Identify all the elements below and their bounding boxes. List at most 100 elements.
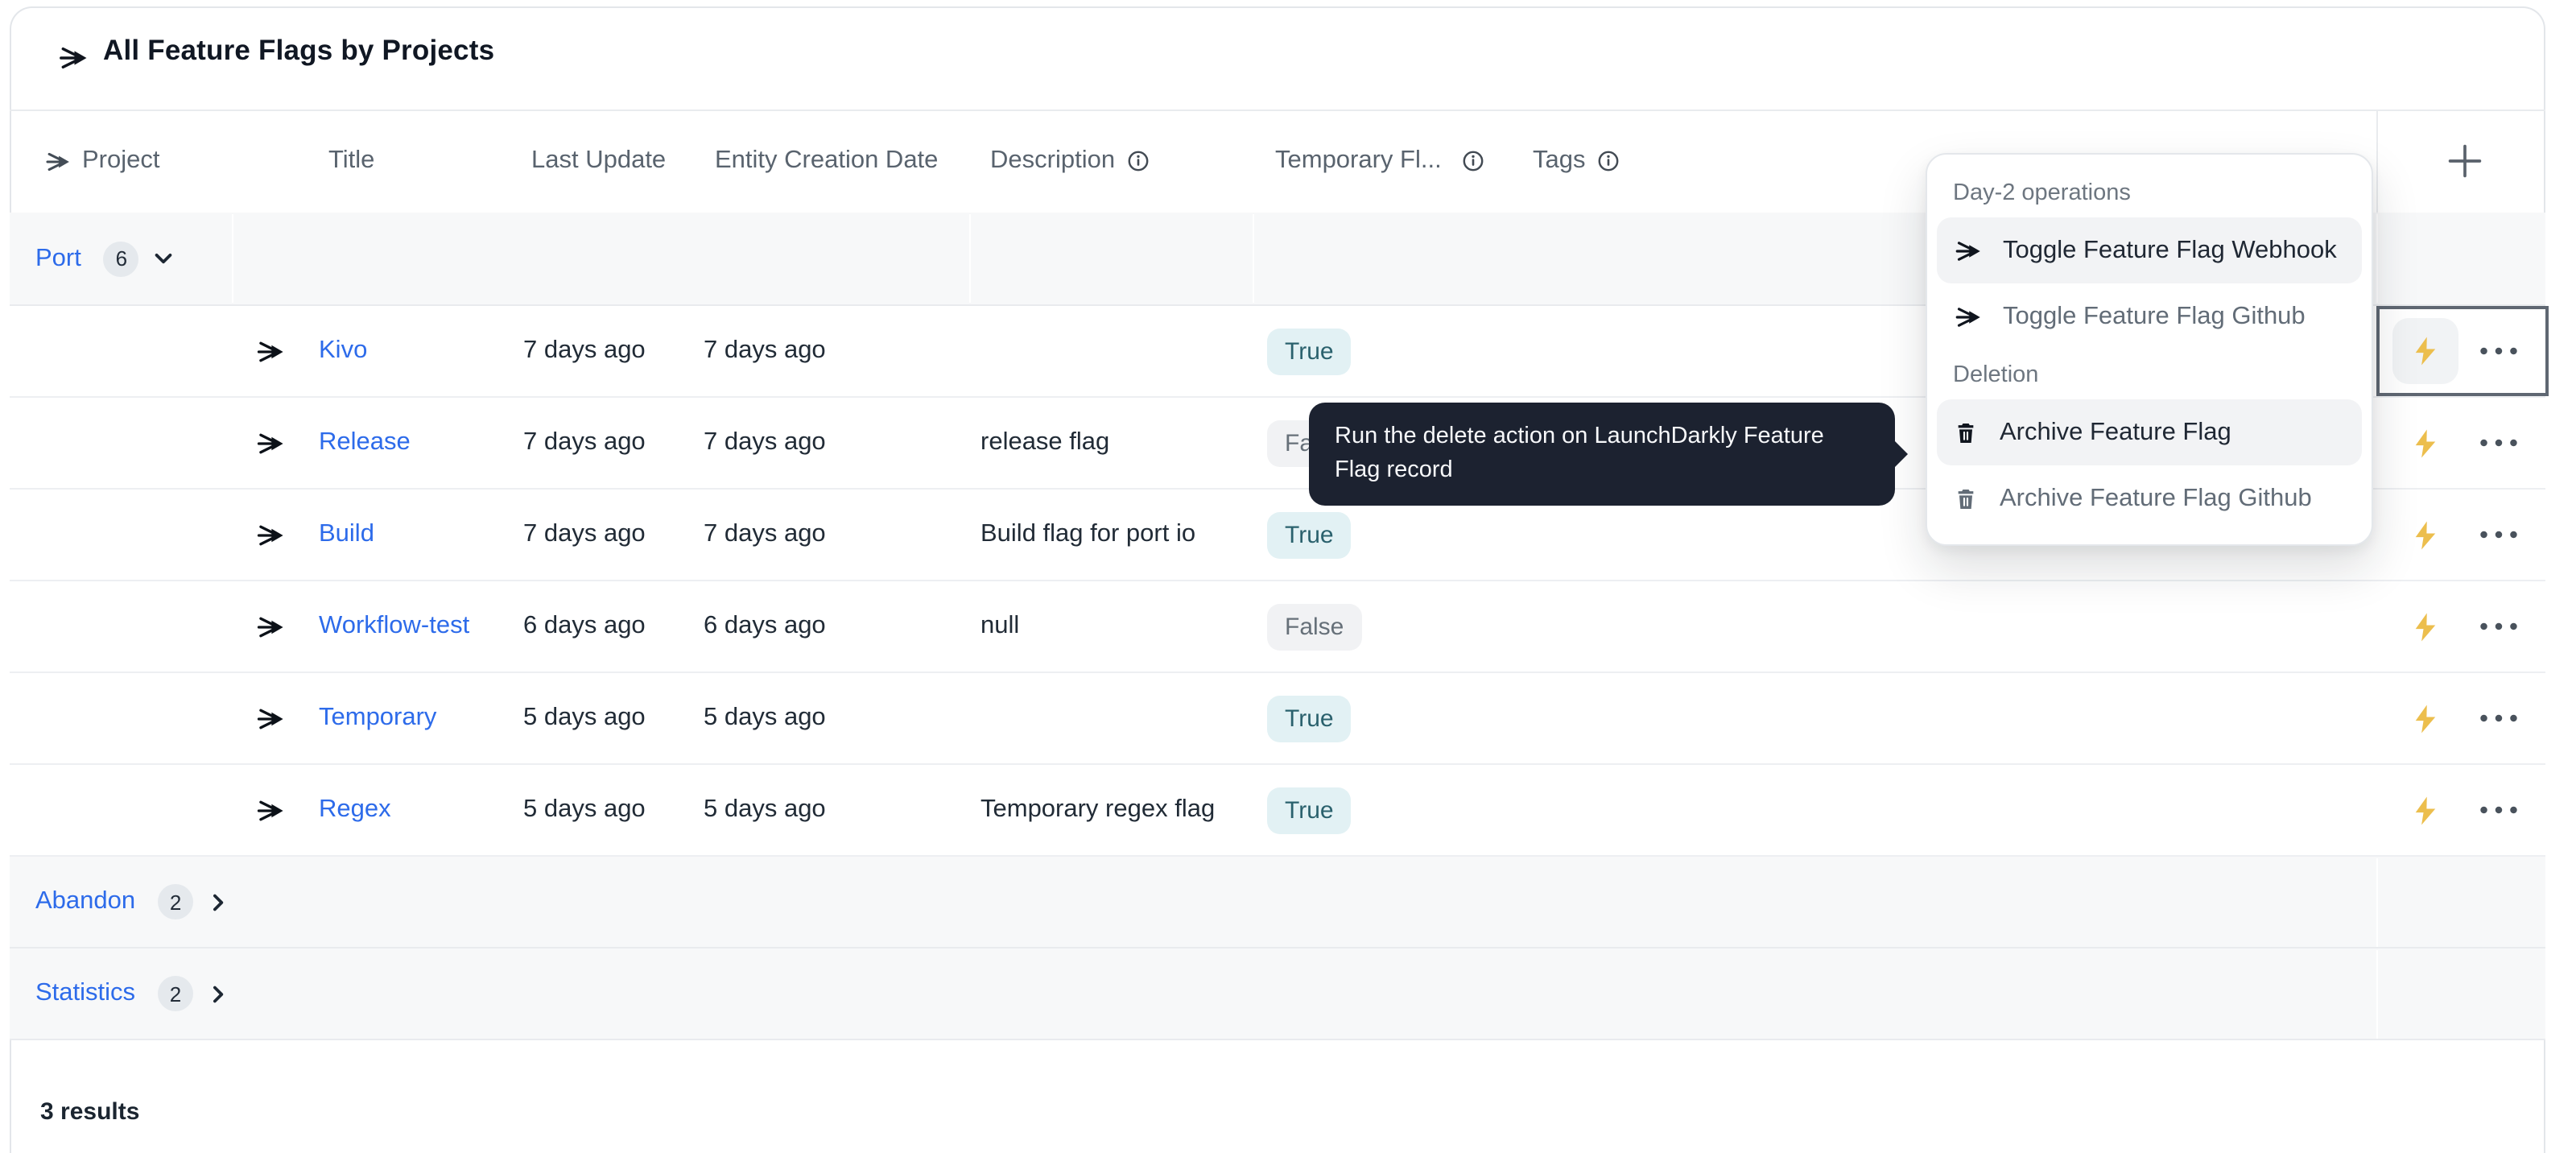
menu-section-label: Day-2 operations <box>1937 167 2362 217</box>
group-row-statistics: Statistics 2 <box>10 948 2545 1040</box>
column-divider <box>232 214 233 303</box>
group-count-badge: 2 <box>158 884 193 920</box>
menu-item-toggle-feature-flag-github[interactable]: Toggle Feature Flag Github <box>1937 283 2362 349</box>
column-tags[interactable]: Tags <box>1533 110 1620 213</box>
run-action-button[interactable] <box>2407 425 2442 461</box>
run-action-button-active[interactable] <box>2392 318 2458 384</box>
column-divider <box>2376 858 2378 947</box>
column-label: Project <box>82 147 160 176</box>
entity-arrow-icon <box>254 306 285 396</box>
cell-last-update: 7 days ago <box>523 490 646 580</box>
cell-created: 6 days ago <box>704 581 826 672</box>
info-icon[interactable] <box>1126 150 1149 172</box>
row-menu-button[interactable] <box>2476 427 2521 459</box>
entity-arrow-icon <box>254 490 285 580</box>
group-row-abandon: Abandon 2 <box>10 857 2545 948</box>
table-row-temporary: Temporary 5 days ago 5 days ago True <box>10 673 2545 765</box>
cell-description: null <box>980 581 1019 672</box>
row-menu-button[interactable] <box>2476 794 2521 826</box>
cell-created: 7 days ago <box>704 398 826 488</box>
row-actions-cell[interactable] <box>2376 673 2549 763</box>
trash-icon <box>1953 419 1979 445</box>
entity-title-link[interactable]: Release <box>319 398 411 488</box>
row-menu-button[interactable] <box>2476 519 2521 551</box>
temporary-flag-badge: False <box>1267 603 1361 650</box>
menu-item-archive-feature-flag[interactable]: Archive Feature Flag <box>1937 399 2362 465</box>
entity-title-link[interactable]: Kivo <box>319 306 367 396</box>
chevron-right-icon[interactable] <box>206 981 230 1006</box>
cell-last-update: 7 days ago <box>523 398 646 488</box>
menu-item-label: Archive Feature Flag <box>2000 418 2231 447</box>
group-count-badge: 2 <box>158 976 193 1011</box>
column-label: Title <box>328 147 374 176</box>
cell-description: Build flag for port io <box>980 490 1195 580</box>
cell-last-update: 7 days ago <box>523 306 646 396</box>
temporary-flag-badge: True <box>1267 787 1352 833</box>
group-link-port[interactable]: Port <box>35 244 81 273</box>
row-actions-cell[interactable] <box>2376 581 2549 672</box>
entity-arrow-icon <box>254 765 285 855</box>
cell-created: 5 days ago <box>704 765 826 855</box>
column-entity-creation-date[interactable]: Entity Creation Date <box>715 110 938 213</box>
entity-title-link[interactable]: Build <box>319 490 374 580</box>
row-actions-cell[interactable] <box>2376 490 2549 580</box>
entity-arrow-icon <box>254 673 285 763</box>
feature-flag-icon <box>56 42 89 82</box>
run-action-button[interactable] <box>2407 700 2442 736</box>
menu-item-archive-feature-flag-github[interactable]: Archive Feature Flag Github <box>1937 465 2362 531</box>
menu-section-label: Deletion <box>1937 349 2362 399</box>
entity-arrow-icon <box>254 581 285 672</box>
group-link-abandon[interactable]: Abandon <box>35 887 135 916</box>
column-temporary-flag[interactable]: Temporary Fl... <box>1275 110 1485 213</box>
column-last-update[interactable]: Last Update <box>531 110 666 213</box>
menu-item-label: Toggle Feature Flag Github <box>2003 302 2306 331</box>
add-column-button[interactable] <box>2442 138 2487 184</box>
table-row-regex: Regex 5 days ago 5 days ago Temporary re… <box>10 765 2545 857</box>
chevron-right-icon[interactable] <box>206 890 230 914</box>
entity-title-link[interactable]: Regex <box>319 765 391 855</box>
column-label: Entity Creation Date <box>715 147 938 176</box>
row-menu-button[interactable] <box>2476 702 2521 734</box>
cell-last-update: 5 days ago <box>523 765 646 855</box>
column-title[interactable]: Title <box>328 110 374 213</box>
column-project[interactable]: Project <box>43 110 160 213</box>
menu-item-label: Archive Feature Flag Github <box>2000 484 2312 513</box>
entity-title-link[interactable]: Workflow-test <box>319 581 469 672</box>
column-label: Description <box>990 147 1115 176</box>
action-arrow-icon <box>1953 302 1982 331</box>
menu-item-toggle-feature-flag-webhook[interactable]: Toggle Feature Flag Webhook <box>1937 217 2362 283</box>
column-divider <box>2376 214 2378 303</box>
column-label: Tags <box>1533 147 1586 176</box>
cell-description: Temporary regex flag <box>980 765 1215 855</box>
cell-created: 7 days ago <box>704 490 826 580</box>
info-icon[interactable] <box>1597 150 1620 172</box>
chevron-down-icon[interactable] <box>152 246 176 271</box>
menu-item-label: Toggle Feature Flag Webhook <box>2003 236 2337 265</box>
column-description[interactable]: Description <box>990 110 1149 213</box>
row-actions-cell-selected[interactable] <box>2376 306 2549 396</box>
actions-dropdown-menu: Day-2 operations Toggle Feature Flag Web… <box>1926 153 2373 546</box>
run-action-button[interactable] <box>2407 609 2442 644</box>
info-icon[interactable] <box>1463 150 1485 172</box>
temporary-flag-badge: True <box>1267 328 1352 374</box>
run-action-button[interactable] <box>2407 517 2442 552</box>
blueprint-arrow-icon <box>43 147 71 175</box>
row-menu-button[interactable] <box>2476 335 2521 367</box>
table-row-workflow-test: Workflow-test 6 days ago 6 days ago null… <box>10 581 2545 673</box>
column-divider <box>969 214 971 303</box>
group-count-badge: 6 <box>104 241 139 276</box>
entity-title-link[interactable]: Temporary <box>319 673 436 763</box>
row-menu-button[interactable] <box>2476 610 2521 643</box>
run-action-button[interactable] <box>2407 792 2442 828</box>
title-bar: All Feature Flags by Projects <box>10 6 2545 111</box>
group-link-statistics[interactable]: Statistics <box>35 979 135 1008</box>
cell-last-update: 6 days ago <box>523 581 646 672</box>
cell-created: 5 days ago <box>704 673 826 763</box>
row-actions-cell[interactable] <box>2376 765 2549 855</box>
page-title: All Feature Flags by Projects <box>103 34 494 68</box>
tooltip-text: Run the delete action on LaunchDarkly Fe… <box>1335 424 1824 483</box>
cell-created: 7 days ago <box>704 306 826 396</box>
row-actions-cell[interactable] <box>2376 398 2549 488</box>
trash-icon <box>1953 486 1979 511</box>
tooltip: Run the delete action on LaunchDarkly Fe… <box>1309 403 1895 506</box>
